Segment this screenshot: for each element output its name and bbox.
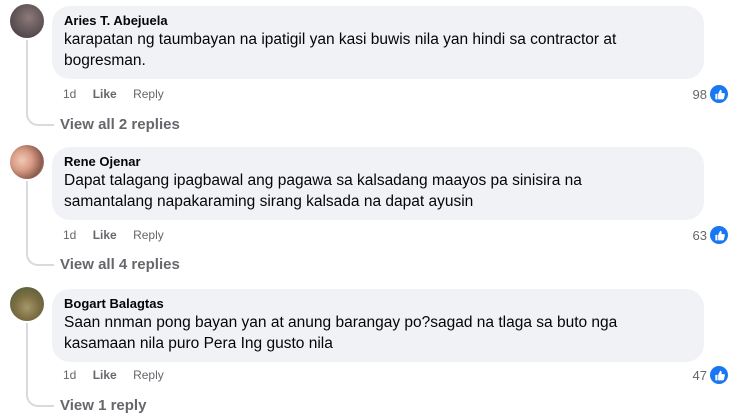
thread-connector [26, 393, 54, 407]
reaction-number: 98 [692, 86, 707, 102]
reply-button[interactable]: Reply [133, 368, 164, 382]
view-replies-link[interactable]: View all 4 replies [60, 256, 180, 273]
comment-time[interactable]: 1d [63, 368, 76, 382]
view-replies-link[interactable]: View 1 reply [60, 397, 146, 414]
thread-line [26, 40, 28, 112]
comment-author[interactable]: Bogart Balagtas [64, 295, 692, 312]
thumbs-up-icon [710, 85, 728, 103]
comment-time[interactable]: 1d [63, 87, 76, 101]
reaction-count[interactable]: 47 [693, 366, 728, 384]
like-button[interactable]: Like [93, 228, 117, 242]
comment-text: Saan nnman pong bayan yan at anung baran… [64, 314, 618, 352]
avatar[interactable] [10, 287, 44, 321]
comment-text: Dapat talagang ipagbawal ang pagawa sa k… [64, 172, 582, 210]
like-button[interactable]: Like [93, 368, 117, 382]
comment-actions: 1d Like Reply [63, 227, 177, 243]
thread-connector [26, 252, 54, 266]
reaction-number: 63 [692, 227, 707, 243]
comment-bubble: Rene Ojenar Dapat talagang ipagbawal ang… [52, 147, 704, 220]
thumbs-up-icon [710, 226, 728, 244]
thread-line [26, 323, 28, 393]
comment-actions: 1d Like Reply [63, 86, 177, 102]
comment-bubble: Aries T. Abejuela karapatan ng taumbayan… [52, 6, 704, 79]
reply-button[interactable]: Reply [133, 87, 164, 101]
avatar[interactable] [10, 145, 44, 179]
avatar[interactable] [10, 4, 44, 38]
reply-button[interactable]: Reply [133, 228, 164, 242]
comment-text: karapatan ng taumbayan na ipatigil yan k… [64, 31, 617, 69]
comment-author[interactable]: Rene Ojenar [64, 153, 692, 170]
like-button[interactable]: Like [93, 87, 117, 101]
comment-actions: 1d Like Reply [63, 367, 177, 383]
comment-bubble: Bogart Balagtas Saan nnman pong bayan ya… [52, 289, 704, 362]
comment-author[interactable]: Aries T. Abejuela [64, 12, 692, 29]
view-replies-link[interactable]: View all 2 replies [60, 116, 180, 133]
reaction-count[interactable]: 98 [693, 85, 728, 103]
reaction-number: 47 [692, 367, 707, 383]
thread-connector [26, 112, 54, 126]
reaction-count[interactable]: 63 [693, 226, 728, 244]
comment-time[interactable]: 1d [63, 228, 76, 242]
thumbs-up-icon [710, 366, 728, 384]
thread-line [26, 181, 28, 252]
